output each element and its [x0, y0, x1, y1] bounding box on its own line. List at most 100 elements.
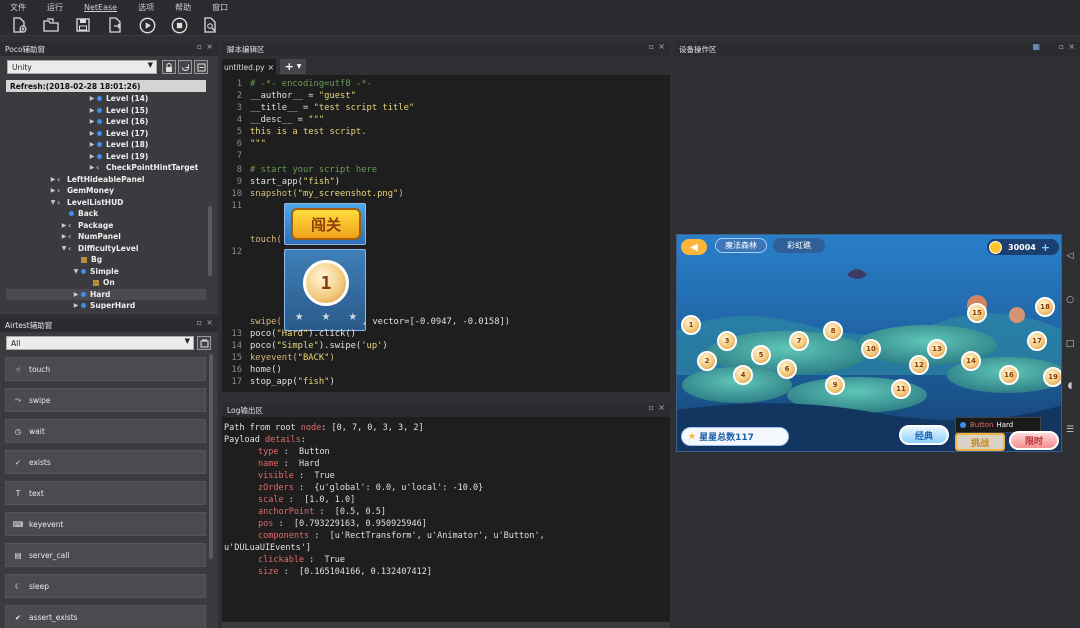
- expand-right-icon[interactable]: ▶: [88, 164, 96, 171]
- tree-node[interactable]: Bg: [6, 254, 206, 266]
- expand-right-icon[interactable]: ▶: [72, 302, 80, 309]
- game-tab-rainbow-reef[interactable]: 彩虹礁: [773, 238, 825, 253]
- expand-right-icon[interactable]: ▶: [60, 233, 68, 240]
- expand-down-icon[interactable]: ▼: [72, 268, 80, 275]
- expand-right-icon[interactable]: ▶: [88, 141, 96, 148]
- level-button[interactable]: 12: [909, 355, 929, 375]
- level-button[interactable]: 19: [1043, 367, 1061, 387]
- sleep-button[interactable]: ☾ sleep: [5, 574, 206, 598]
- export-icon[interactable]: [106, 16, 124, 34]
- poco-tree-scrollbar[interactable]: [208, 206, 212, 276]
- back-icon[interactable]: ◁: [1064, 250, 1076, 262]
- open-folder-icon[interactable]: [42, 16, 60, 34]
- grid-icon[interactable]: ▦: [1032, 42, 1040, 51]
- tree-node[interactable]: ▶ ‹ Package: [6, 220, 206, 232]
- wait-button[interactable]: ◷ wait: [5, 419, 206, 443]
- float-icon[interactable]: ▫: [649, 403, 654, 412]
- float-icon[interactable]: ▫: [1059, 42, 1064, 51]
- level-button[interactable]: 9: [825, 375, 845, 395]
- touch-button[interactable]: ☝ touch: [5, 357, 206, 381]
- level-button[interactable]: 8: [823, 321, 843, 341]
- level-button[interactable]: 10: [861, 339, 881, 359]
- expand-right-icon[interactable]: ▶: [88, 130, 96, 137]
- expand-down-icon[interactable]: ▼: [49, 199, 57, 206]
- back-arrow-icon[interactable]: ◀: [681, 239, 707, 255]
- record-icon[interactable]: [197, 336, 211, 350]
- tree-node[interactable]: ▶ Level (18): [6, 139, 206, 151]
- tree-node[interactable]: ▶ ‹ LeftHideablePanel: [6, 174, 206, 186]
- add-coins-icon[interactable]: +: [1041, 241, 1050, 254]
- filter-icon[interactable]: [194, 60, 208, 74]
- lock-icon[interactable]: [162, 60, 176, 74]
- level-button[interactable]: 16: [999, 365, 1019, 385]
- run-icon[interactable]: [138, 16, 156, 34]
- airtest-filter-select[interactable]: All ▼: [6, 336, 194, 350]
- save-icon[interactable]: [74, 16, 92, 34]
- swipe-button[interactable]: ⤳ swipe: [5, 388, 206, 412]
- code-editor[interactable]: 1 2 3 4 5 6 7 8 9 10 11 12 13 14 15 16 17 # -*- encoding…: [222, 75, 670, 392]
- tab-untitled[interactable]: untitled.py ×: [222, 59, 276, 75]
- level-button[interactable]: 5: [751, 345, 771, 365]
- expand-right-icon[interactable]: ▶: [72, 291, 80, 298]
- level-button[interactable]: 11: [891, 379, 911, 399]
- menu-options[interactable]: 选项: [138, 2, 154, 13]
- tree-node[interactable]: ▼ Simple: [6, 266, 206, 278]
- assert-exists-button[interactable]: ✔ assert_exists: [5, 605, 206, 628]
- touch-target-image[interactable]: 闯关: [284, 203, 366, 245]
- expand-right-icon[interactable]: ▶: [88, 95, 96, 102]
- close-icon[interactable]: ×: [658, 42, 665, 51]
- text-button[interactable]: Ttext: [5, 481, 206, 505]
- tree-node[interactable]: ▶ Level (17): [6, 128, 206, 140]
- expand-down-icon[interactable]: ▼: [60, 245, 68, 252]
- level-button[interactable]: 13: [927, 339, 947, 359]
- poco-mode-select[interactable]: Unity ▼: [7, 60, 157, 74]
- expand-right-icon[interactable]: ▶: [88, 153, 96, 160]
- level-button[interactable]: 3: [717, 331, 737, 351]
- level-button[interactable]: 1: [681, 315, 701, 335]
- level-button[interactable]: 6: [777, 359, 797, 379]
- keyevent-button[interactable]: ⌨ keyevent: [5, 512, 206, 536]
- expand-right-icon[interactable]: ▶: [60, 222, 68, 229]
- mode-classic-button[interactable]: 经典: [899, 425, 949, 445]
- close-icon[interactable]: ×: [658, 403, 665, 412]
- tree-node[interactable]: On: [6, 277, 206, 289]
- tree-node[interactable]: ▶ Level (19): [6, 151, 206, 163]
- recent-apps-icon[interactable]: □: [1064, 338, 1076, 350]
- tree-node[interactable]: Back: [6, 208, 206, 220]
- tree-node[interactable]: ▶ ‹ GemMoney: [6, 185, 206, 197]
- menu-run[interactable]: 运行: [47, 2, 63, 13]
- tree-node[interactable]: ▼ ‹ LevelListHUD: [6, 197, 206, 209]
- level-button[interactable]: 18: [1035, 297, 1055, 317]
- level-button[interactable]: 4: [733, 365, 753, 385]
- refresh-icon[interactable]: [178, 60, 192, 74]
- level-button[interactable]: 17: [1027, 331, 1047, 351]
- volume-icon[interactable]: ◖: [1064, 380, 1076, 392]
- tree-node[interactable]: ▶ ‹ NumPanel: [6, 231, 206, 243]
- game-tab-magic-forest[interactable]: 魔法森林: [715, 238, 767, 253]
- level-button[interactable]: 14: [961, 351, 981, 371]
- new-tab-button[interactable]: + ▼: [280, 59, 306, 74]
- server-call-button[interactable]: ▤ server_call: [5, 543, 206, 567]
- tree-node[interactable]: ▶ SuperHard: [6, 300, 206, 309]
- level-button[interactable]: 2: [697, 351, 717, 371]
- home-icon[interactable]: ○: [1064, 294, 1076, 306]
- menu-window[interactable]: 窗口: [212, 2, 228, 13]
- close-icon[interactable]: ×: [206, 42, 213, 51]
- stop-icon[interactable]: [170, 16, 188, 34]
- log-output[interactable]: Path from root node: [0, 7, 0, 3, 3, 2] …: [222, 417, 670, 622]
- menu-help[interactable]: 帮助: [175, 2, 191, 13]
- device-screen[interactable]: ◀ 魔法森林 彩虹礁 30004 + 1 2 3 4 5 6 7 8 9 10 11 12 13 14 15…: [676, 234, 1062, 452]
- new-file-icon[interactable]: [10, 16, 28, 34]
- mode-timed-button[interactable]: 限时: [1009, 431, 1059, 450]
- tree-node[interactable]: ▼ ‹ DifficultyLevel: [6, 243, 206, 255]
- float-icon[interactable]: ▫: [197, 42, 202, 51]
- expand-right-icon[interactable]: ▶: [88, 118, 96, 125]
- airtest-scrollbar[interactable]: [209, 354, 213, 559]
- expand-right-icon[interactable]: ▶: [49, 176, 57, 183]
- tab-close-icon[interactable]: ×: [268, 63, 275, 72]
- float-icon[interactable]: ▫: [649, 42, 654, 51]
- tree-node[interactable]: ▶ Level (14): [6, 93, 206, 105]
- menu-netease[interactable]: NetEase: [84, 3, 117, 12]
- menu-icon[interactable]: ☰: [1064, 424, 1076, 436]
- tree-node[interactable]: ▶ ‹ CheckPointHintTarget: [6, 162, 206, 174]
